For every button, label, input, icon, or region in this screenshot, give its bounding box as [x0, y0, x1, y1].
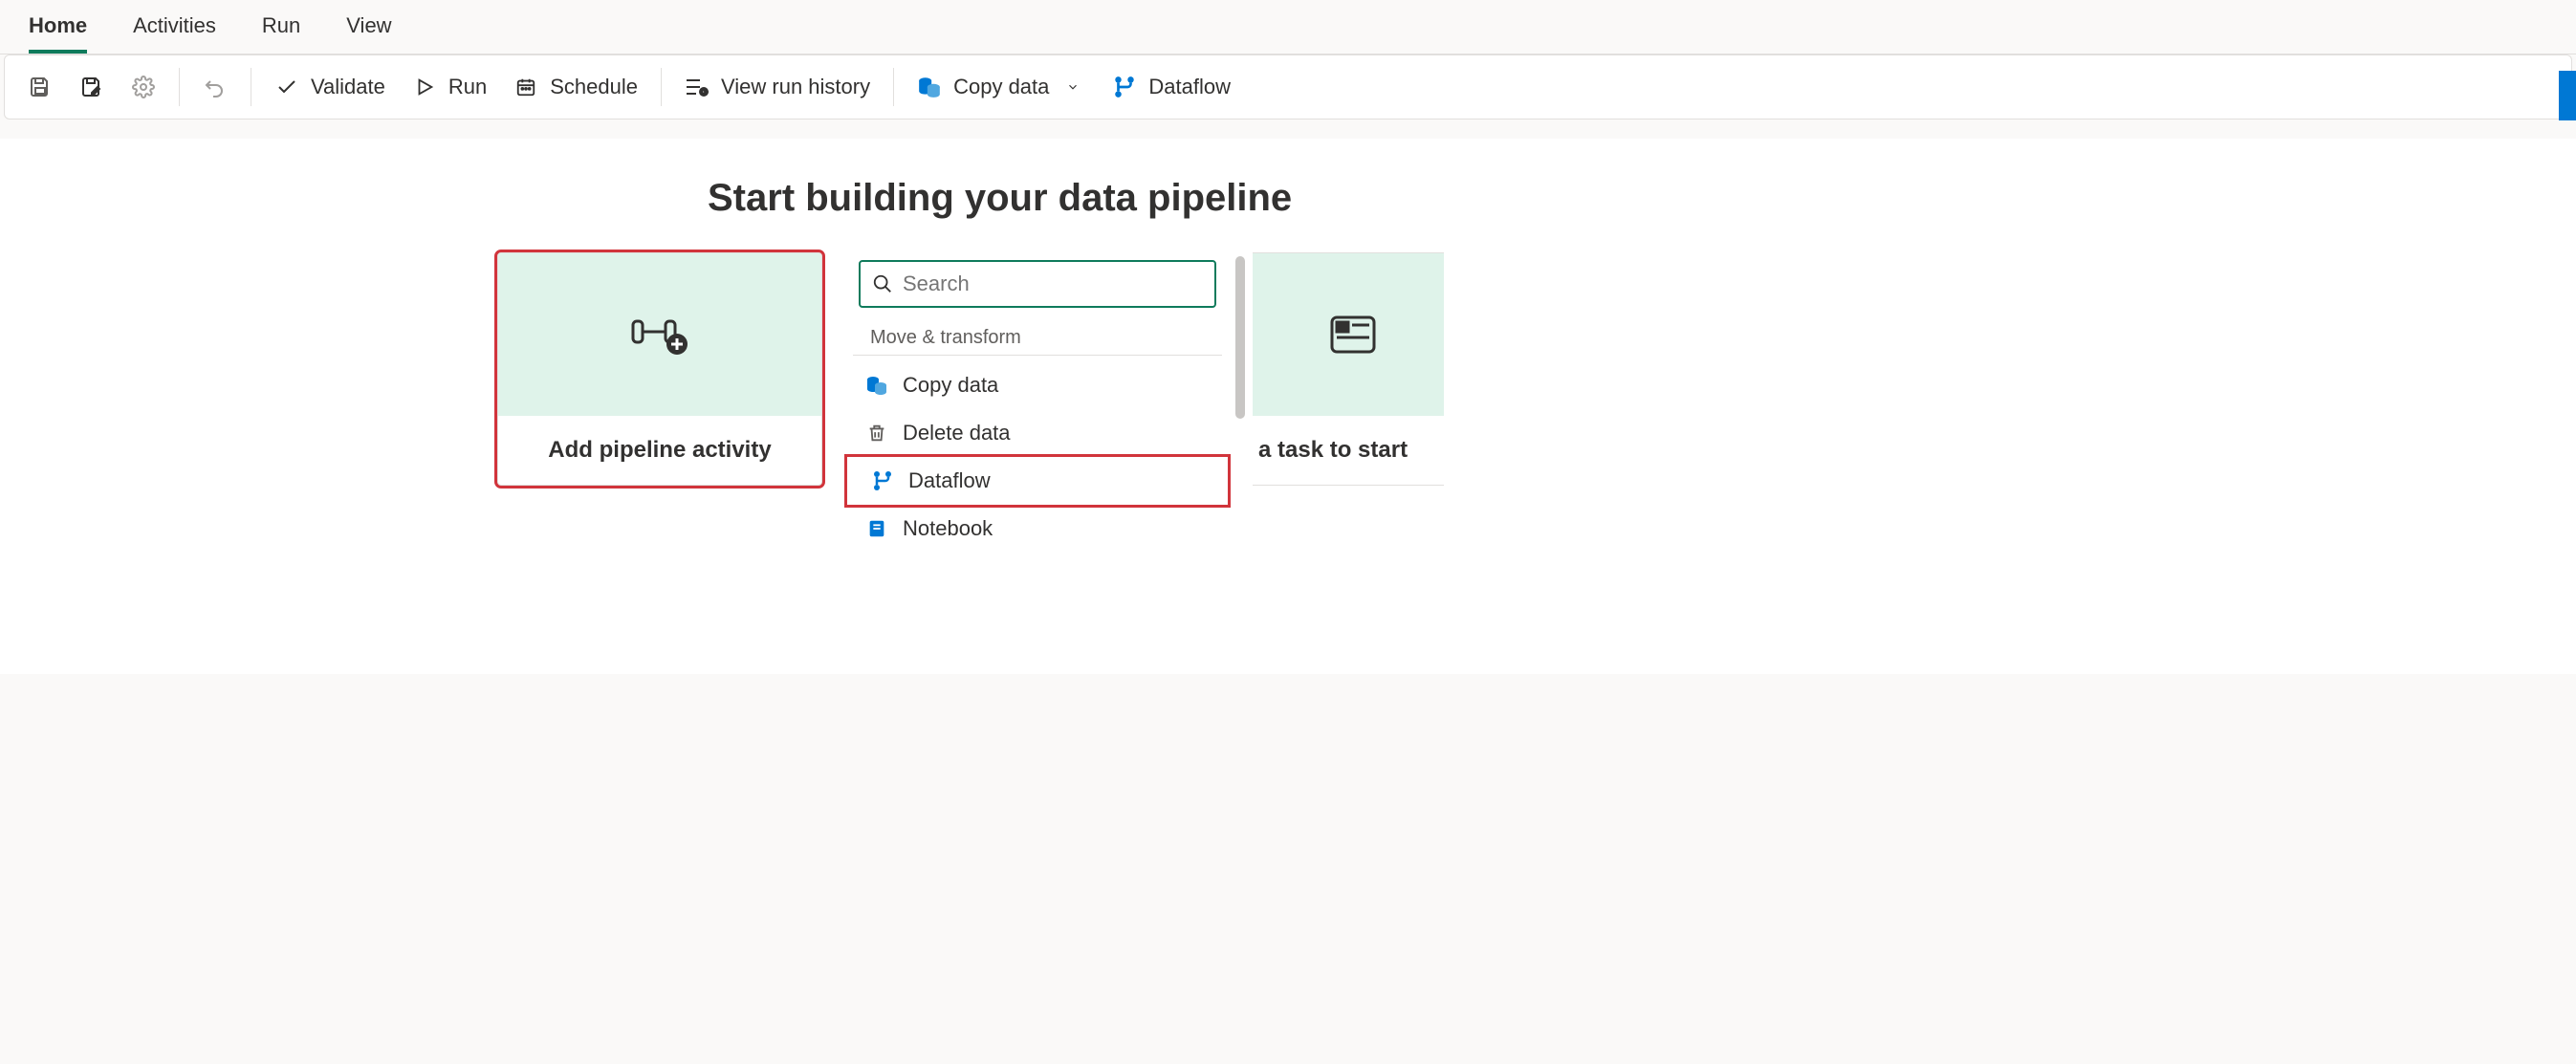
tab-activities[interactable]: Activities: [133, 13, 216, 54]
card-label: Add pipeline activity: [498, 416, 821, 485]
pipeline-canvas: Start building your data pipeline Add pi…: [0, 139, 2576, 674]
add-pipeline-activity-card[interactable]: Add pipeline activity: [497, 252, 822, 486]
copy-data-button[interactable]: Copy data: [904, 67, 1099, 107]
chevron-down-icon: [1060, 75, 1085, 99]
copy-data-icon: [917, 75, 942, 99]
copy-data-icon: [864, 373, 889, 398]
schedule-button[interactable]: Schedule: [500, 67, 651, 107]
gear-icon: [131, 75, 156, 99]
toolbar: Validate Run Schedule View run history C…: [4, 54, 2572, 119]
save-as-button[interactable]: [66, 67, 118, 107]
run-label: Run: [448, 75, 487, 99]
divider: [179, 68, 180, 106]
dataflow-button[interactable]: Dataflow: [1099, 67, 1244, 107]
tab-home[interactable]: Home: [29, 13, 87, 54]
play-icon: [412, 75, 437, 99]
save-edit-icon: [79, 75, 104, 99]
menu-item-label: Copy data: [903, 373, 998, 398]
template-icon: [1329, 315, 1377, 355]
undo-icon: [203, 75, 228, 99]
activity-picker-dropdown: Move & transform Copy data Delete data D…: [841, 252, 1233, 564]
card-illustration: [1253, 253, 1444, 416]
view-run-history-label: View run history: [721, 75, 870, 99]
pipeline-add-icon: [629, 312, 690, 358]
schedule-label: Schedule: [550, 75, 638, 99]
undo-button[interactable]: [189, 67, 241, 107]
dataflow-icon: [870, 468, 895, 493]
check-icon: [274, 75, 299, 99]
card-illustration: [498, 253, 821, 416]
dataflow-icon: [1112, 75, 1137, 99]
tab-view[interactable]: View: [346, 13, 391, 54]
menu-section-label: Move & transform: [853, 319, 1222, 356]
page-title: Start building your data pipeline: [708, 177, 2538, 220]
history-list-icon: [685, 75, 709, 99]
save-icon: [28, 75, 53, 99]
dataflow-label: Dataflow: [1148, 75, 1231, 99]
menu-item-label: Notebook: [903, 516, 993, 541]
menu-item-copy-data[interactable]: Copy data: [841, 361, 1233, 409]
menu-item-delete-data[interactable]: Delete data: [841, 409, 1233, 457]
scrollbar[interactable]: [1235, 256, 1245, 419]
calendar-icon: [513, 75, 538, 99]
menu-item-label: Dataflow: [908, 468, 991, 493]
search-input[interactable]: [903, 271, 1203, 296]
menu-item-label: Delete data: [903, 421, 1011, 445]
copy-data-label: Copy data: [953, 75, 1049, 99]
ribbon-tabs: Home Activities Run View: [0, 0, 2576, 54]
notebook-icon: [864, 516, 889, 541]
run-button[interactable]: Run: [399, 67, 500, 107]
tab-run[interactable]: Run: [262, 13, 300, 54]
divider: [893, 68, 894, 106]
settings-button[interactable]: [118, 67, 169, 107]
menu-item-dataflow[interactable]: Dataflow: [847, 457, 1228, 505]
validate-button[interactable]: Validate: [261, 67, 399, 107]
more-toolbar-cutoff: [2559, 71, 2572, 119]
save-button[interactable]: [14, 67, 66, 107]
search-icon: [872, 273, 893, 294]
menu-item-notebook[interactable]: Notebook: [841, 505, 1233, 553]
divider: [661, 68, 662, 106]
choose-task-card[interactable]: a task to start: [1253, 252, 1444, 486]
start-cards: Add pipeline activity Move & transform C…: [497, 252, 2538, 564]
trash-icon: [864, 421, 889, 445]
card-label: a task to start: [1253, 416, 1444, 485]
view-run-history-button[interactable]: View run history: [671, 67, 884, 107]
validate-label: Validate: [311, 75, 385, 99]
search-box[interactable]: [859, 260, 1216, 308]
